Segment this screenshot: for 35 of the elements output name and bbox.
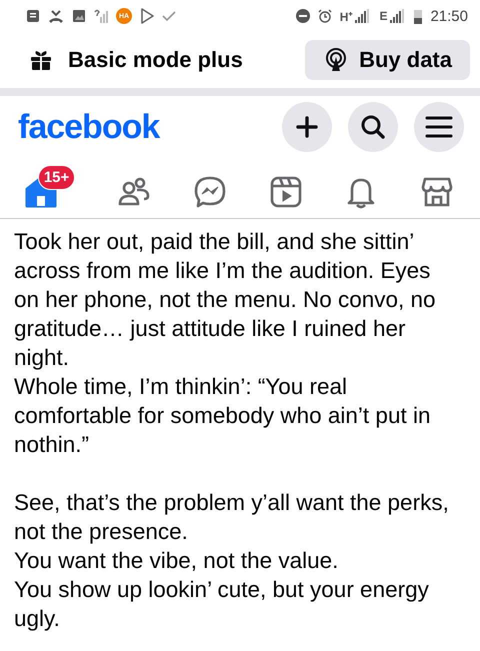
- battery-icon: [414, 8, 422, 24]
- create-button[interactable]: [282, 102, 332, 152]
- search-icon: [360, 114, 386, 140]
- notes-icon: [26, 9, 40, 23]
- post-text: Took her out, paid the bill, and she sittin’ across from me like I’m the audition. Eyes on her phone, not the menu. No convo, no gratitude… just attitude like I ruined her night.: [14, 228, 437, 372]
- clock: 21:50: [430, 8, 468, 24]
- post-text: See, that’s the problem y’all want the perks, not the presence.: [14, 489, 450, 546]
- facebook-logo[interactable]: facebook: [18, 108, 160, 146]
- video-icon: [268, 175, 303, 209]
- post-text: You want the vibe, not the value.: [14, 547, 340, 575]
- image-icon: [72, 9, 86, 23]
- alarm-icon: [318, 9, 332, 23]
- check-icon: [162, 10, 176, 22]
- no-signal-icon: [94, 9, 108, 23]
- broadcast-icon: [325, 48, 348, 72]
- notification-badge: 15+: [38, 165, 76, 190]
- signal-icon: [355, 9, 372, 23]
- store-icon: [420, 175, 454, 209]
- signal-icon: [390, 9, 406, 23]
- play-icon: [140, 8, 154, 24]
- mode-title: Basic mode plus: [68, 47, 243, 73]
- search-button[interactable]: [348, 102, 398, 152]
- buy-data-button[interactable]: Buy data: [305, 40, 470, 80]
- do-not-disturb-icon: [296, 9, 310, 23]
- plus-icon: [295, 115, 319, 139]
- missed-call-icon: [48, 9, 64, 23]
- network-type: H⁺: [340, 8, 352, 24]
- chat-bubble-icon: [193, 175, 228, 209]
- home-tab[interactable]: 15+: [20, 165, 82, 211]
- gift-icon: [30, 49, 52, 71]
- network-type: E: [379, 9, 388, 23]
- menu-icon: [425, 115, 453, 139]
- post-text: Whole time, I’m thinkin’: “You real comfortable for somebody who ain’t put in nothin.”: [14, 373, 432, 459]
- menu-button[interactable]: [414, 102, 464, 152]
- post-text: You show up lookin’ cute, but your energy ugly.: [14, 576, 430, 633]
